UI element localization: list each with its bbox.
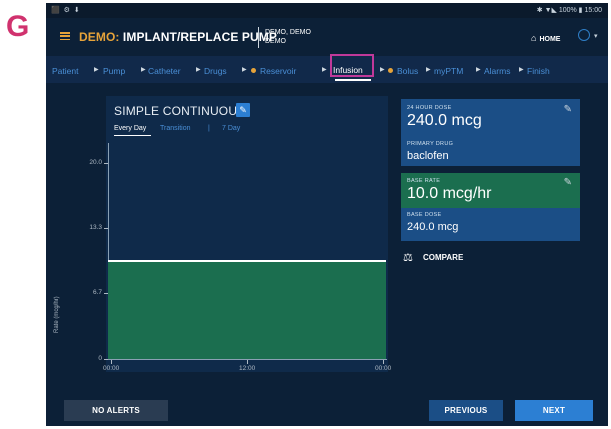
- breadcrumb-label: Patient: [52, 66, 79, 76]
- scale-icon: ⚖: [403, 252, 413, 264]
- breadcrumb-item-alarms[interactable]: Alarms: [484, 66, 510, 76]
- breadcrumb-item-catheter[interactable]: Catheter: [148, 66, 181, 76]
- x-tick-mark: [111, 360, 112, 364]
- rate-area: [108, 260, 386, 359]
- base-rate-label: BASE RATE: [407, 178, 441, 184]
- dose-24h-label: 24 HOUR DOSE: [407, 105, 452, 111]
- title-main: IMPLANT/REPLACE PUMP: [119, 30, 277, 44]
- x-tick-mark: [247, 360, 248, 364]
- base-dose-value: 240.0 mcg: [407, 221, 459, 233]
- tab-every-day[interactable]: Every Day: [114, 125, 146, 132]
- x-tick-label: 12:00: [239, 365, 256, 372]
- warning-dot-icon: [251, 68, 256, 73]
- title-divider: [258, 27, 259, 48]
- warning-dot-icon: [388, 68, 393, 73]
- home-button[interactable]: ⌂ HOME: [531, 33, 560, 43]
- breadcrumb-item-drugs[interactable]: Drugs: [204, 66, 227, 76]
- breadcrumb-item-finish[interactable]: Finish: [527, 66, 550, 76]
- figure-letter: G: [6, 10, 30, 43]
- breadcrumb-separator-icon: ▶: [242, 67, 247, 73]
- breadcrumb-item-reservoir[interactable]: Reservoir: [251, 66, 296, 76]
- breadcrumb-label: Catheter: [148, 66, 181, 76]
- y-tick-label: 0: [98, 355, 102, 362]
- menu-icon[interactable]: [60, 32, 70, 41]
- breadcrumb-item-myptm[interactable]: myPTM: [434, 66, 463, 76]
- dose-24h-value: 240.0 mcg: [407, 112, 482, 129]
- next-button[interactable]: NEXT: [515, 400, 593, 421]
- no-alerts-button[interactable]: NO ALERTS: [64, 400, 168, 421]
- breadcrumb-separator-icon: ▶: [426, 67, 431, 73]
- tab-7-day[interactable]: 7 Day: [222, 125, 240, 132]
- breadcrumb-item-infusion[interactable]: Infusion: [333, 65, 363, 75]
- breadcrumb-separator-icon: ▶: [476, 67, 481, 73]
- compare-button[interactable]: ⚖ COMPARE: [403, 251, 464, 264]
- patient-line-2: DEMO: [265, 38, 286, 45]
- breadcrumb-separator-icon: ▶: [196, 67, 201, 73]
- breadcrumb-active-underline: [335, 79, 371, 81]
- breadcrumb-separator-icon: ▶: [141, 67, 146, 73]
- edit-chart-icon[interactable]: ✎: [236, 103, 250, 117]
- page-title: DEMO: IMPLANT/REPLACE PUMP: [79, 30, 277, 44]
- breadcrumb-item-pump[interactable]: Pump: [103, 66, 125, 76]
- app-bar: DEMO: IMPLANT/REPLACE PUMP DEMO, DEMO DE…: [46, 18, 608, 56]
- dose-card[interactable]: 24 HOUR DOSE 240.0 mcg ✎ PRIMARY DRUG ba…: [401, 99, 580, 166]
- chevron-down-icon[interactable]: ▾: [594, 32, 598, 40]
- tablet-screen: ⬛ ⚙ ⬇ ✱ ▼◣ 100% ▮ 15:00 DEMO: IMPLANT/RE…: [46, 3, 608, 426]
- tab-separator: |: [208, 125, 210, 132]
- base-dose-card: BASE DOSE 240.0 mcg: [401, 208, 580, 241]
- tab-every-day-underline: [114, 135, 151, 136]
- breadcrumb-item-bolus[interactable]: Bolus: [388, 66, 418, 76]
- previous-button[interactable]: PREVIOUS: [429, 400, 503, 421]
- breadcrumb-label: Alarms: [484, 66, 511, 76]
- edit-dose-icon[interactable]: ✎: [564, 104, 572, 115]
- tab-transition[interactable]: Transition: [160, 125, 190, 132]
- home-icon: ⌂: [531, 33, 537, 43]
- rate-line: [108, 259, 386, 262]
- y-tick-label: 13.3: [89, 224, 102, 232]
- compare-label: COMPARE: [423, 253, 464, 262]
- status-clock: ✱ ▼◣ 100% ▮ 15:00: [536, 7, 602, 14]
- breadcrumb-label: Bolus: [397, 66, 419, 76]
- breadcrumb-separator-icon: ▶: [519, 67, 524, 73]
- y-tick-label: 20.0: [89, 158, 102, 166]
- primary-drug-label: PRIMARY DRUG: [407, 141, 454, 147]
- y-tick-mark: [104, 162, 108, 164]
- x-tick-label: 00:00: [375, 365, 392, 372]
- home-label: HOME: [539, 36, 561, 43]
- chart-title: SIMPLE CONTINUOUS: [114, 104, 246, 118]
- x-tick-mark: [383, 360, 384, 364]
- primary-drug-value: baclofen: [407, 150, 449, 162]
- status-icons: ⬛ ⚙ ⬇: [51, 7, 81, 14]
- breadcrumb-separator-icon: ▶: [322, 67, 327, 73]
- x-tick-label: 00:00: [103, 365, 120, 372]
- patient-line-1: DEMO, DEMO: [265, 29, 311, 36]
- title-prefix: DEMO:: [79, 30, 120, 44]
- status-bar: ⬛ ⚙ ⬇ ✱ ▼◣ 100% ▮ 15:00: [46, 3, 608, 18]
- y-tick-mark: [104, 228, 108, 230]
- settings-icon[interactable]: [578, 29, 590, 41]
- breadcrumb: Patient Pump Catheter Drugs Reservoir Bolus my…: [46, 56, 608, 83]
- base-rate-value: 10.0 mcg/hr: [407, 185, 492, 202]
- breadcrumb-label: Finish: [527, 66, 550, 76]
- breadcrumb-label: myPTM: [434, 66, 464, 76]
- breadcrumb-label: Reservoir: [260, 66, 297, 76]
- breadcrumb-label: Drugs: [204, 66, 227, 76]
- footer: NO ALERTS PREVIOUS NEXT: [46, 393, 608, 426]
- breadcrumb-item-patient[interactable]: Patient: [52, 66, 78, 76]
- base-dose-label: BASE DOSE: [407, 212, 442, 218]
- edit-rate-icon[interactable]: ✎: [564, 177, 572, 188]
- patient-name: DEMO, DEMO DEMO: [265, 28, 311, 46]
- base-rate-card[interactable]: BASE RATE 10.0 mcg/hr ✎: [401, 173, 580, 208]
- y-tick-mark: [104, 359, 108, 360]
- y-tick-label: 6.7: [92, 289, 102, 297]
- y-tick-mark: [104, 293, 108, 295]
- breadcrumb-separator-icon: ▶: [380, 67, 385, 73]
- breadcrumb-separator-icon: ▶: [94, 67, 99, 73]
- y-axis-label: Rate (mcg/hr): [54, 296, 60, 333]
- breadcrumb-label: Pump: [103, 66, 126, 76]
